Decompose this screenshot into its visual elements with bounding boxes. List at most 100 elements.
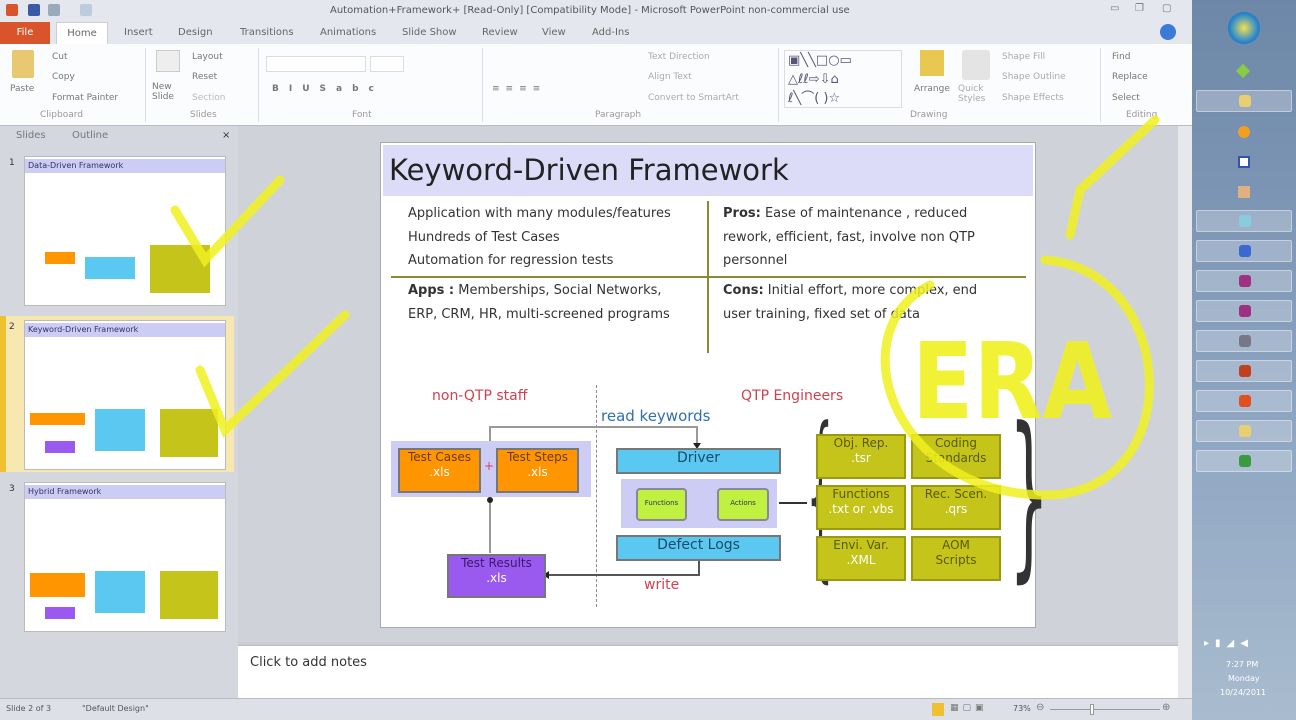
redo-icon[interactable]	[80, 4, 92, 16]
convert-smartart-button[interactable]: Convert to SmartArt	[648, 93, 739, 103]
taskbar-button[interactable]	[1196, 240, 1292, 262]
grid-cell: Envi. Var. .XML	[816, 536, 906, 581]
shape-effects-button[interactable]: Shape Effects	[1002, 93, 1064, 103]
quick-styles-button[interactable]: Quick Styles	[958, 84, 994, 104]
zoom-slider[interactable]	[1050, 709, 1160, 710]
clock-date: 10/24/2011	[1220, 688, 1267, 697]
zoom-out-button[interactable]: ⊖	[1036, 702, 1044, 713]
taskbar-button[interactable]	[1196, 450, 1292, 472]
slide-number: 1	[9, 158, 15, 168]
driver-box: Driver	[616, 448, 781, 474]
slide-thumbnail-3[interactable]: Hybrid Framework	[24, 482, 226, 632]
undo-icon[interactable]	[48, 4, 60, 16]
grid-cell: Rec. Scen. .qrs	[911, 485, 1001, 530]
close-button[interactable]: ▢	[1162, 3, 1171, 14]
cut-button[interactable]: Cut	[52, 52, 68, 62]
paste-button[interactable]: Paste	[10, 84, 34, 94]
taskbar-button[interactable]	[1196, 90, 1292, 112]
zoom-in-button[interactable]: ⊕	[1162, 702, 1170, 713]
tab-animations[interactable]: Animations	[320, 27, 376, 38]
app-icon[interactable]	[1238, 156, 1250, 168]
shape-outline-button[interactable]: Shape Outline	[1002, 72, 1066, 82]
tab-review[interactable]: Review	[482, 27, 518, 38]
taskbar-button[interactable]	[1196, 210, 1292, 232]
tab-file[interactable]: File	[0, 22, 50, 44]
plus-sign: +	[484, 459, 495, 473]
format-painter-button[interactable]: Format Painter	[52, 93, 118, 103]
test-steps-box: Test Steps .xls	[496, 448, 579, 493]
app-icon[interactable]	[1238, 186, 1250, 198]
thumb-title: Hybrid Framework	[25, 485, 225, 499]
minimize-button[interactable]: ▭	[1110, 3, 1119, 14]
new-slide-button[interactable]: New Slide	[152, 82, 186, 102]
drawing-group-label: Drawing	[910, 110, 948, 120]
quick-styles-icon	[962, 50, 990, 80]
layout-button[interactable]: Layout	[192, 52, 223, 62]
slide-number: 3	[9, 484, 15, 494]
taskbar-button[interactable]	[1196, 360, 1292, 382]
tab-outline[interactable]: Outline	[72, 130, 108, 141]
write-label: write	[644, 577, 680, 593]
slide-thumbnail-1[interactable]: Data-Driven Framework	[24, 156, 226, 306]
theme-name: "Default Design"	[82, 704, 149, 713]
close-pane-icon[interactable]: ×	[222, 130, 230, 141]
taskbar-button[interactable]	[1196, 390, 1292, 412]
section-button[interactable]: Section	[192, 93, 225, 103]
window-title: Automation+Framework+ [Read-Only] [Compa…	[330, 5, 850, 16]
slide-number: 2	[9, 322, 15, 332]
slide-canvas[interactable]: Keyword-Driven Framework Application wit…	[380, 142, 1049, 628]
replace-button[interactable]: Replace	[1112, 72, 1148, 82]
help-icon[interactable]	[1160, 24, 1176, 40]
slide-thumbnail-2[interactable]: Keyword-Driven Framework	[24, 320, 226, 470]
components-grid: Obj. Rep. .tsr Coding Standards Functions.…	[816, 434, 1002, 581]
find-button[interactable]: Find	[1112, 52, 1130, 62]
select-button[interactable]: Select	[1112, 93, 1140, 103]
app-icon[interactable]	[1235, 63, 1251, 79]
windows-taskbar: ▸▮◢◀ 7:27 PM Monday 10/24/2011	[1192, 0, 1296, 720]
alignment-buttons[interactable]: ≡≡≡≡	[492, 84, 546, 94]
align-text-button[interactable]: Align Text	[648, 72, 692, 82]
reset-button[interactable]: Reset	[192, 72, 217, 82]
zoom-slider-thumb[interactable]	[1090, 704, 1094, 715]
text-direction-button[interactable]: Text Direction	[648, 52, 710, 62]
tab-slides[interactable]: Slides	[16, 130, 46, 141]
taskbar-button[interactable]	[1196, 330, 1292, 352]
notes-pane[interactable]: Click to add notes	[238, 645, 1178, 698]
arrange-button[interactable]: Arrange	[914, 84, 950, 94]
font-family-select[interactable]	[266, 56, 366, 72]
zoom-level[interactable]: 73%	[1013, 704, 1031, 713]
tab-view[interactable]: View	[542, 27, 566, 38]
taskbar-button[interactable]	[1196, 300, 1292, 322]
app-icon[interactable]	[1238, 126, 1250, 138]
slides-group-label: Slides	[190, 110, 217, 120]
shapes-gallery[interactable]: ▣╲╲□○▭ △ℓℓ⇨⇩⌂ ℓ╲⌒( )☆	[784, 50, 902, 108]
arrange-icon	[920, 50, 944, 76]
tab-design[interactable]: Design	[178, 27, 213, 38]
clock-day: Monday	[1228, 674, 1260, 683]
taskbar-button[interactable]	[1196, 270, 1292, 292]
save-icon[interactable]	[28, 4, 40, 16]
tab-slide-show[interactable]: Slide Show	[402, 27, 457, 38]
copy-button[interactable]: Copy	[52, 72, 75, 82]
grid-cell: Coding Standards	[911, 434, 1001, 479]
clock-time[interactable]: 7:27 PM	[1226, 660, 1258, 669]
tab-add-ins[interactable]: Add-Ins	[592, 27, 629, 38]
taskbar-button[interactable]	[1196, 420, 1292, 442]
slide-counter: Slide 2 of 3	[6, 704, 52, 713]
start-button[interactable]	[1228, 12, 1260, 44]
tab-home[interactable]: Home	[56, 22, 108, 44]
functions-box: Functions	[636, 488, 687, 521]
vertical-scrollbar[interactable]	[1178, 126, 1192, 698]
grid-cell: Functions .txt or .vbs	[816, 485, 906, 530]
tab-transitions[interactable]: Transitions	[240, 27, 294, 38]
restore-button[interactable]: ❐	[1135, 3, 1144, 14]
view-buttons[interactable]: ▦▢▣	[950, 703, 988, 713]
font-size-select[interactable]	[370, 56, 404, 72]
tray-icons[interactable]: ▸▮◢◀	[1204, 638, 1254, 649]
tab-insert[interactable]: Insert	[124, 27, 153, 38]
normal-view-button[interactable]	[932, 703, 944, 716]
new-slide-icon	[156, 50, 180, 72]
font-format-buttons[interactable]: BIUSabc	[272, 84, 384, 94]
shape-fill-button[interactable]: Shape Fill	[1002, 52, 1045, 62]
slides-pane: Slides Outline × 1 Data-Driven Framework…	[0, 126, 238, 698]
